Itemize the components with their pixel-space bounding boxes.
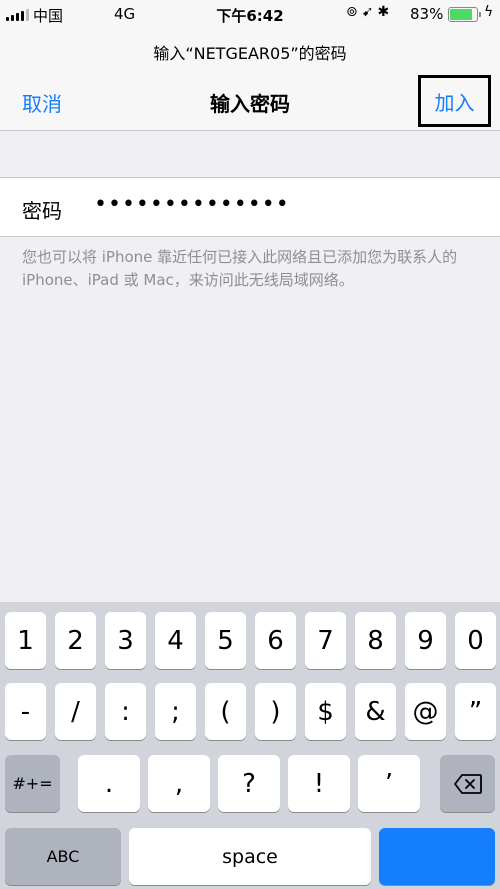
key-2[interactable]: 2 [55, 612, 96, 669]
space-key[interactable]: space [129, 828, 371, 885]
navigation-bar: 输入“NETGEAR05”的密码 取消 输入密码 加入 [0, 30, 500, 131]
key-ampersand[interactable]: & [355, 683, 396, 740]
key-period[interactable]: . [78, 755, 140, 812]
backspace-icon [453, 773, 482, 794]
key-1[interactable]: 1 [5, 612, 46, 669]
key-6[interactable]: 6 [255, 612, 296, 669]
key-3[interactable]: 3 [105, 612, 146, 669]
network-prompt: 输入“NETGEAR05”的密码 [153, 44, 347, 63]
key-hyphen[interactable]: - [5, 683, 46, 740]
key-slash[interactable]: / [55, 683, 96, 740]
key-close-paren[interactable]: ) [255, 683, 296, 740]
abc-key[interactable]: ABC [5, 828, 121, 885]
battery-percent: 83% [410, 5, 444, 23]
key-at[interactable]: @ [405, 683, 446, 740]
battery-icon [448, 7, 481, 22]
key-8[interactable]: 8 [355, 612, 396, 669]
keyboard: 1 2 3 4 5 6 7 8 9 0 - / : ; ( ) $ & @ ” … [0, 602, 500, 889]
key-question[interactable]: ? [218, 755, 280, 812]
key-more-symbols[interactable]: #+= [5, 755, 60, 812]
charging-icon: ϟ [484, 4, 494, 20]
status-icons: ⊚➹✱ [346, 4, 394, 20]
key-open-paren[interactable]: ( [205, 683, 246, 740]
key-4[interactable]: 4 [155, 612, 196, 669]
key-colon[interactable]: : [105, 683, 146, 740]
password-label: 密码 [22, 199, 62, 223]
key-7[interactable]: 7 [305, 612, 346, 669]
key-0[interactable]: 0 [455, 612, 496, 669]
key-exclamation[interactable]: ! [288, 755, 350, 812]
password-row: 密码 [0, 177, 500, 237]
share-password-note: 您也可以将 iPhone 靠近任何已接入此网络且已添加您为联系人的 iPhone… [22, 248, 458, 289]
battery-fill [450, 9, 472, 20]
key-comma[interactable]: , [148, 755, 210, 812]
join-key[interactable] [379, 828, 495, 885]
status-bar: 中国 4G 下午6:42 ⊚➹✱ 83% ϟ [0, 0, 500, 30]
key-5[interactable]: 5 [205, 612, 246, 669]
key-dollar[interactable]: $ [305, 683, 346, 740]
key-9[interactable]: 9 [405, 612, 446, 669]
key-quote[interactable]: ” [455, 683, 496, 740]
key-semicolon[interactable]: ; [155, 683, 196, 740]
password-field[interactable] [94, 192, 474, 217]
key-apostrophe[interactable]: ’ [358, 755, 420, 812]
delete-key[interactable] [440, 755, 495, 812]
join-button[interactable]: 加入 [418, 75, 491, 127]
